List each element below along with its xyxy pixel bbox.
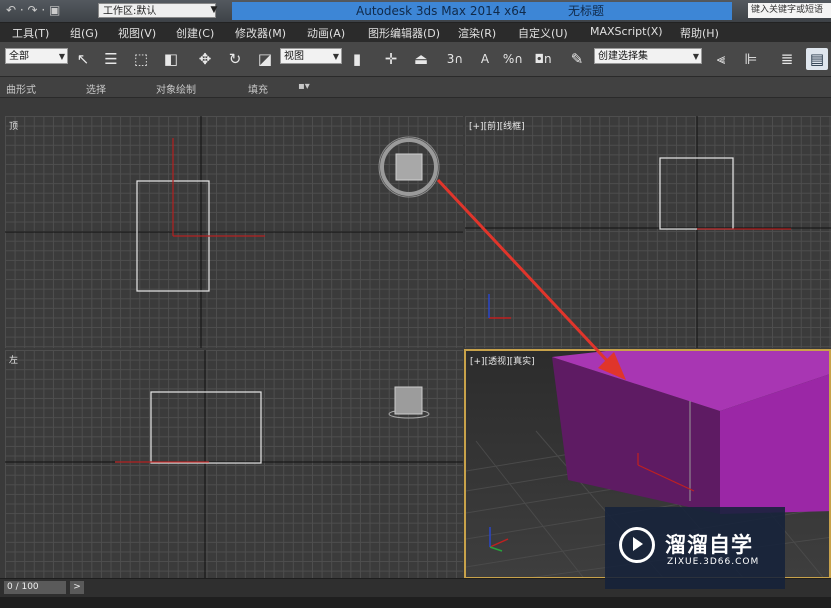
named-selection-value: 创建选择集 bbox=[598, 51, 648, 62]
scale-icon[interactable]: ◪ bbox=[254, 48, 276, 70]
menu-animation[interactable]: 动画(A) bbox=[307, 25, 345, 41]
chevron-down-icon[interactable]: ▼ bbox=[208, 3, 220, 18]
workspace-dropdown[interactable]: 工作区:默认 bbox=[98, 3, 216, 18]
menu-modifiers[interactable]: 修改器(M) bbox=[235, 25, 286, 41]
box-outline bbox=[150, 391, 262, 464]
snap-icon[interactable]: 3∩ bbox=[444, 48, 466, 70]
keyboard-shortcut-icon[interactable]: ⏏ bbox=[410, 48, 432, 70]
menu-group[interactable]: 组(G) bbox=[70, 25, 98, 41]
window-title-bar: Autodesk 3ds Max 2014 x64 无标题 bbox=[232, 2, 732, 20]
watermark: 溜溜自学 ZIXUE.3D66.COM bbox=[605, 507, 785, 589]
menu-customize[interactable]: 自定义(U) bbox=[518, 25, 568, 41]
ribbon-tabs: 曲形式 选择 对象绘制 填充 ▪▾ bbox=[0, 77, 831, 98]
ribbon-tab-modeling[interactable]: 曲形式 bbox=[6, 81, 36, 96]
document-title: 无标题 bbox=[568, 4, 605, 18]
rotate-icon[interactable]: ↻ bbox=[224, 48, 246, 70]
main-toolbar: 全部 ▼ ↖ ☰ ⬚ ◧ ✥ ↻ ◪ 视图 ▼ ▮ ✛ ⏏ 3∩ A %∩ ◘n ✎… bbox=[0, 42, 831, 77]
mirror-icon[interactable]: ⫷ bbox=[710, 48, 732, 70]
scene-explorer-icon[interactable]: ▤ bbox=[806, 48, 828, 70]
select-manipulate-icon[interactable]: ✛ bbox=[380, 48, 402, 70]
search-input[interactable]: 键入关键字或短语 bbox=[748, 3, 831, 18]
spinner-snap-label: n bbox=[543, 52, 552, 66]
reference-coord-dropdown[interactable]: 视图 ▼ bbox=[280, 48, 342, 64]
selection-filter-dropdown[interactable]: 全部 ▼ bbox=[5, 48, 68, 64]
chevron-down-icon: ▼ bbox=[692, 52, 699, 61]
layer-icon[interactable]: ≣ bbox=[776, 48, 798, 70]
title-bar: ↶ · ↷ · ▣ 工作区:默认 ▼ Autodesk 3ds Max 2014… bbox=[0, 0, 831, 23]
chevron-down-icon: ▼ bbox=[58, 52, 65, 61]
viewport-left[interactable]: 左 bbox=[5, 350, 463, 578]
align-icon[interactable]: ⊫ bbox=[740, 48, 762, 70]
angle-snap-icon[interactable]: A bbox=[474, 48, 496, 70]
percent-snap-icon[interactable]: %∩ bbox=[502, 48, 524, 70]
menu-create[interactable]: 创建(C) bbox=[176, 25, 214, 41]
select-name-icon[interactable]: ☰ bbox=[100, 48, 122, 70]
ribbon-tab-populate[interactable]: 填充 bbox=[248, 81, 268, 96]
rect-region-icon[interactable]: ⬚ bbox=[130, 48, 152, 70]
ribbon-tab-object-paint[interactable]: 对象绘制 bbox=[156, 81, 196, 96]
world-axis-y bbox=[489, 546, 503, 552]
viewcube-left bbox=[394, 386, 423, 415]
selection-filter-value: 全部 bbox=[9, 51, 29, 62]
ribbon-options-button[interactable]: ▪▾ bbox=[298, 81, 310, 92]
ribbon-tab-selection[interactable]: 选择 bbox=[86, 81, 106, 96]
snap-toggle-label: 3 bbox=[446, 52, 455, 66]
next-frame-button[interactable]: > bbox=[70, 581, 84, 594]
quick-access-toolbar[interactable]: ↶ · ↷ · ▣ bbox=[6, 3, 60, 17]
viewport-top[interactable]: 顶 bbox=[5, 116, 463, 348]
angle-snap-label: A bbox=[480, 52, 490, 66]
menu-view[interactable]: 视图(V) bbox=[118, 25, 156, 41]
menu-rendering[interactable]: 渲染(R) bbox=[458, 25, 496, 41]
play-icon bbox=[633, 537, 643, 551]
menu-graph-editors[interactable]: 图形编辑器(D) bbox=[368, 25, 440, 41]
viewport-scene bbox=[5, 116, 463, 348]
viewcube-top bbox=[395, 153, 423, 181]
track-bar[interactable] bbox=[0, 597, 831, 608]
watermark-name: 溜溜自学 bbox=[665, 533, 753, 557]
watermark-url: ZIXUE.3D66.COM bbox=[667, 557, 760, 567]
edit-named-sel-icon[interactable]: ✎ bbox=[566, 48, 588, 70]
percent-snap-label: % bbox=[502, 52, 515, 66]
menu-maxscript[interactable]: MAXScript(X) bbox=[590, 25, 663, 38]
viewport-scene bbox=[465, 116, 831, 348]
select-icon[interactable]: ↖ bbox=[72, 48, 94, 70]
world-axis-x bbox=[489, 538, 509, 548]
menu-bar: 工具(T) 组(G) 视图(V) 创建(C) 修改器(M) 动画(A) 图形编辑… bbox=[0, 23, 831, 42]
app-title: Autodesk 3ds Max 2014 x64 bbox=[356, 4, 527, 18]
spinner-snap-icon[interactable]: ◘n bbox=[532, 48, 554, 70]
window-crossing-icon[interactable]: ◧ bbox=[160, 48, 182, 70]
chevron-down-icon: ▼ bbox=[332, 52, 339, 61]
viewport-scene bbox=[5, 350, 463, 578]
menu-help[interactable]: 帮助(H) bbox=[680, 25, 719, 41]
viewport-front[interactable]: [+][前][线框] bbox=[465, 116, 831, 348]
menu-tools[interactable]: 工具(T) bbox=[12, 25, 49, 41]
pivot-icon[interactable]: ▮ bbox=[346, 48, 368, 70]
frame-indicator[interactable]: 0 / 100 bbox=[4, 581, 66, 594]
move-icon[interactable]: ✥ bbox=[194, 48, 216, 70]
named-selection-dropdown[interactable]: 创建选择集 ▼ bbox=[594, 48, 702, 64]
reference-coord-value: 视图 bbox=[284, 51, 304, 62]
